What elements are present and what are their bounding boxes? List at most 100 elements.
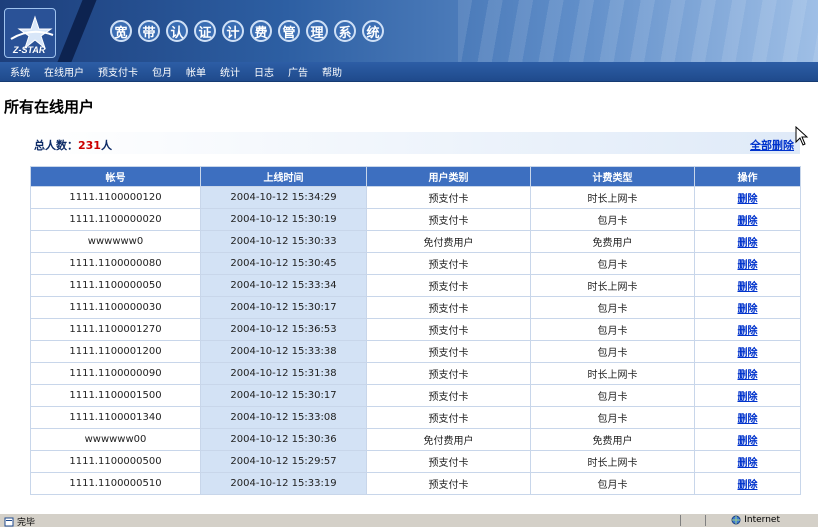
cell-user-type: 预支付卡	[366, 296, 531, 319]
nav-item-bill[interactable]: 帐单	[186, 64, 206, 79]
title-char: 管	[278, 20, 300, 42]
banner-divider	[57, 0, 97, 62]
delete-user-link[interactable]: 删除	[738, 392, 758, 403]
cell-login-time: 2004-10-12 15:30:17	[200, 296, 367, 319]
table-row: 1111.1100000510 2004-10-12 15:33:19 预支付卡 包月…	[30, 472, 801, 495]
zone-text: Internet	[744, 515, 780, 525]
cell-account: 1111.1100001200	[30, 340, 201, 363]
cell-action: 删除	[694, 428, 801, 451]
nav-item-statistics[interactable]: 统计	[220, 64, 240, 79]
cell-user-type: 免付费用户	[366, 230, 531, 253]
cell-billing-type: 包月卡	[530, 208, 695, 231]
cell-user-type: 预支付卡	[366, 318, 531, 341]
title-char: 理	[306, 20, 328, 42]
cell-account: 1111.1100000080	[30, 252, 201, 275]
table-row: 1111.1100000120 2004-10-12 15:34:29 预支付卡 时长…	[30, 186, 801, 209]
table-row: 1111.1100001340 2004-10-12 15:33:08 预支付卡 包月…	[30, 406, 801, 429]
nav-item-prepaid-card[interactable]: 预支付卡	[98, 64, 138, 79]
nav-item-ads[interactable]: 广告	[288, 64, 308, 79]
delete-user-link[interactable]: 删除	[738, 282, 758, 293]
column-header-account: 帐号	[30, 166, 201, 187]
cell-user-type: 预支付卡	[366, 252, 531, 275]
cell-action: 删除	[694, 318, 801, 341]
delete-user-link[interactable]: 删除	[738, 304, 758, 315]
delete-user-link[interactable]: 删除	[738, 194, 758, 205]
cell-billing-type: 时长上网卡	[530, 186, 695, 209]
status-divider	[705, 515, 706, 526]
status-text: 完毕	[17, 518, 36, 527]
nav-item-system[interactable]: 系统	[10, 64, 30, 79]
delete-user-link[interactable]: 删除	[738, 260, 758, 271]
page-title: 所有在线用户	[4, 98, 95, 116]
table-row: 1111.1100000050 2004-10-12 15:33:34 预支付卡 时长…	[30, 274, 801, 297]
cell-account: wwwwww0	[30, 230, 201, 253]
title-char: 统	[362, 20, 384, 42]
total-users: 总人数：231人	[34, 137, 112, 153]
cell-billing-type: 时长上网卡	[530, 450, 695, 473]
delete-user-link[interactable]: 删除	[738, 480, 758, 491]
title-char: 带	[138, 20, 160, 42]
cell-login-time: 2004-10-12 15:30:17	[200, 384, 367, 407]
cell-action: 删除	[694, 450, 801, 473]
column-header-billing-type: 计费类型	[530, 166, 695, 187]
status-divider	[680, 515, 681, 526]
title-char: 认	[166, 20, 188, 42]
total-label: 总人数：	[34, 139, 78, 152]
cell-login-time: 2004-10-12 15:33:38	[200, 340, 367, 363]
title-char: 费	[250, 20, 272, 42]
cell-user-type: 预支付卡	[366, 362, 531, 385]
cell-action: 删除	[694, 362, 801, 385]
delete-user-link[interactable]: 删除	[738, 348, 758, 359]
cell-account: wwwwww00	[30, 428, 201, 451]
delete-user-link[interactable]: 删除	[738, 216, 758, 227]
title-char: 系	[334, 20, 356, 42]
cell-login-time: 2004-10-12 15:29:57	[200, 450, 367, 473]
cell-login-time: 2004-10-12 15:33:19	[200, 472, 367, 495]
cell-billing-type: 包月卡	[530, 384, 695, 407]
cell-user-type: 预支付卡	[366, 208, 531, 231]
delete-user-link[interactable]: 删除	[738, 238, 758, 249]
table-row: 1111.1100000500 2004-10-12 15:29:57 预支付卡 时长…	[30, 450, 801, 473]
app-title: 宽 带 认 证 计 费 管 理 系 统	[110, 20, 384, 42]
table-row: wwwwww0 2004-10-12 15:30:33 免付费用户 免费用户 删除	[30, 230, 801, 253]
column-header-user-type: 用户类别	[366, 166, 531, 187]
cell-account: 1111.1100000120	[30, 186, 201, 209]
total-unit: 人	[100, 139, 112, 152]
cell-action: 删除	[694, 472, 801, 495]
cell-billing-type: 包月卡	[530, 406, 695, 429]
cell-account: 1111.1100000050	[30, 274, 201, 297]
delete-user-link[interactable]: 删除	[738, 414, 758, 425]
delete-user-link[interactable]: 删除	[738, 436, 758, 447]
delete-user-link[interactable]: 删除	[738, 326, 758, 337]
app-logo: Z-STAR	[4, 8, 56, 58]
cell-account: 1111.1100000020	[30, 208, 201, 231]
table-row: wwwwww00 2004-10-12 15:30:36 免付费用户 免费用户 删除	[30, 428, 801, 451]
nav-item-online-users[interactable]: 在线用户	[44, 64, 84, 79]
cell-action: 删除	[694, 252, 801, 275]
cell-account: 1111.1100000510	[30, 472, 201, 495]
cell-billing-type: 免费用户	[530, 428, 695, 451]
table-header-row: 帐号 上线时间 用户类别 计费类型 操作	[30, 166, 801, 187]
cell-account: 1111.1100001270	[30, 318, 201, 341]
page-icon	[4, 517, 14, 526]
header-banner: Z-STAR 宽 带 认 证 计 费 管 理 系 统	[0, 0, 818, 62]
nav-item-monthly[interactable]: 包月	[152, 64, 172, 79]
delete-all-link[interactable]: 全部删除	[750, 137, 794, 153]
cell-login-time: 2004-10-12 15:31:38	[200, 362, 367, 385]
total-bar: 总人数：231人 全部删除	[30, 132, 800, 154]
nav-item-help[interactable]: 帮助	[322, 64, 342, 79]
cell-account: 1111.1100000500	[30, 450, 201, 473]
cell-action: 删除	[694, 384, 801, 407]
cell-login-time: 2004-10-12 15:33:08	[200, 406, 367, 429]
nav-item-log[interactable]: 日志	[254, 64, 274, 79]
cell-user-type: 预支付卡	[366, 186, 531, 209]
delete-user-link[interactable]: 删除	[738, 458, 758, 469]
logo-text: Z-STAR	[13, 45, 46, 55]
delete-user-link[interactable]: 删除	[738, 370, 758, 381]
cell-billing-type: 包月卡	[530, 252, 695, 275]
title-char: 证	[194, 20, 216, 42]
cell-billing-type: 时长上网卡	[530, 274, 695, 297]
table-row: 1111.1100000030 2004-10-12 15:30:17 预支付卡 包月…	[30, 296, 801, 319]
cell-account: 1111.1100001500	[30, 384, 201, 407]
table-row: 1111.1100000090 2004-10-12 15:31:38 预支付卡 时长…	[30, 362, 801, 385]
